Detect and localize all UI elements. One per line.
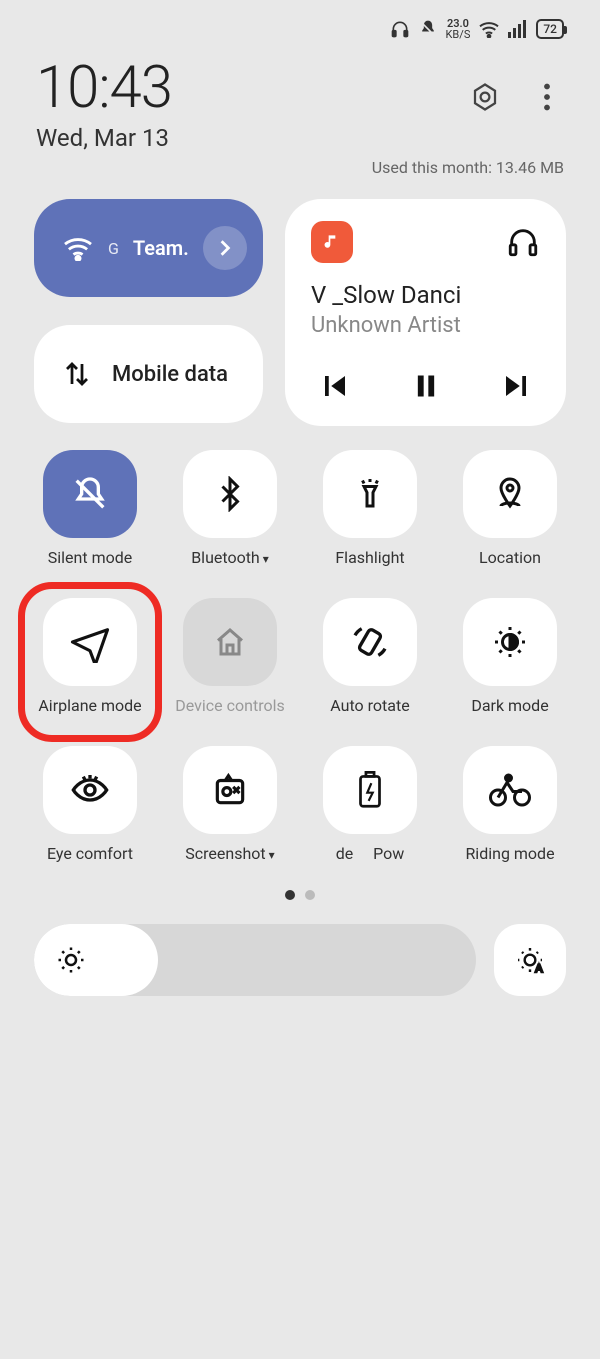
battery-indicator: 72: [536, 19, 564, 39]
tile-label: Device controls: [175, 696, 284, 736]
data-usage-text[interactable]: Used this month: 13.46 MB: [0, 152, 600, 177]
flashlight-tile[interactable]: [323, 450, 417, 538]
tile-label: Dark mode: [471, 696, 548, 736]
wifi-tile[interactable]: G Team.: [34, 199, 263, 297]
mobile-data-tile[interactable]: Mobile data: [34, 325, 263, 423]
media-player-card: V _Slow Danci Unknown Artist: [285, 199, 566, 426]
silent-mode-tile[interactable]: [43, 450, 137, 538]
dark-mode-tile[interactable]: [463, 598, 557, 686]
status-bar: 23.0 KB/S 72: [0, 0, 600, 46]
auto-brightness-button[interactable]: A: [494, 924, 566, 996]
headphones-icon: [390, 19, 410, 39]
network-speed: 23.0 KB/S: [446, 18, 471, 40]
clock-time: 10:43: [36, 54, 468, 122]
tile-label: Bluetooth: [191, 548, 269, 588]
bluetooth-tile[interactable]: [183, 450, 277, 538]
tile-label: Eye comfort: [47, 844, 133, 884]
settings-icon[interactable]: [468, 80, 502, 114]
screenshot-tile[interactable]: [183, 746, 277, 834]
network-type: G: [108, 239, 119, 258]
location-tile[interactable]: [463, 450, 557, 538]
output-device-icon[interactable]: [506, 225, 540, 259]
more-icon[interactable]: [530, 80, 564, 114]
brightness-icon: [56, 945, 86, 975]
pause-button[interactable]: [406, 366, 446, 406]
network-name: Team.: [133, 236, 189, 260]
media-track-title: V _Slow Danci: [311, 281, 540, 309]
mobile-data-label: Mobile data: [112, 362, 228, 387]
tile-label: Location: [479, 548, 541, 588]
brightness-slider[interactable]: [34, 924, 476, 996]
mute-icon: [418, 19, 438, 39]
tile-label: de Pow: [336, 844, 405, 884]
eye-comfort-tile[interactable]: [43, 746, 137, 834]
highlight-annotation: [18, 582, 162, 742]
power-saving-tile[interactable]: [323, 746, 417, 834]
next-button[interactable]: [496, 366, 536, 406]
signal-icon: [508, 20, 528, 38]
wifi-expand-icon[interactable]: [203, 226, 247, 270]
qs-header: 10:43 Wed, Mar 13: [0, 46, 600, 152]
quick-tiles-grid: Silent mode Bluetooth Flashlight Locatio…: [0, 426, 600, 884]
media-artist: Unknown Artist: [311, 313, 540, 338]
device-controls-tile[interactable]: [183, 598, 277, 686]
tile-label: Riding mode: [465, 844, 554, 884]
tile-label: Flashlight: [335, 548, 404, 588]
data-arrows-icon: [62, 359, 92, 389]
page-dot: [305, 890, 315, 900]
tile-label: Auto rotate: [330, 696, 409, 736]
page-indicator: [0, 884, 600, 900]
page-dot: [285, 890, 295, 900]
tile-label: Screenshot: [185, 844, 274, 884]
music-app-icon[interactable]: [311, 221, 353, 263]
previous-button[interactable]: [315, 366, 355, 406]
svg-text:A: A: [535, 963, 543, 975]
wifi-icon: [62, 235, 94, 261]
wifi-icon: [478, 20, 500, 38]
riding-mode-tile[interactable]: [463, 746, 557, 834]
auto-rotate-tile[interactable]: [323, 598, 417, 686]
clock-date: Wed, Mar 13: [36, 124, 468, 152]
